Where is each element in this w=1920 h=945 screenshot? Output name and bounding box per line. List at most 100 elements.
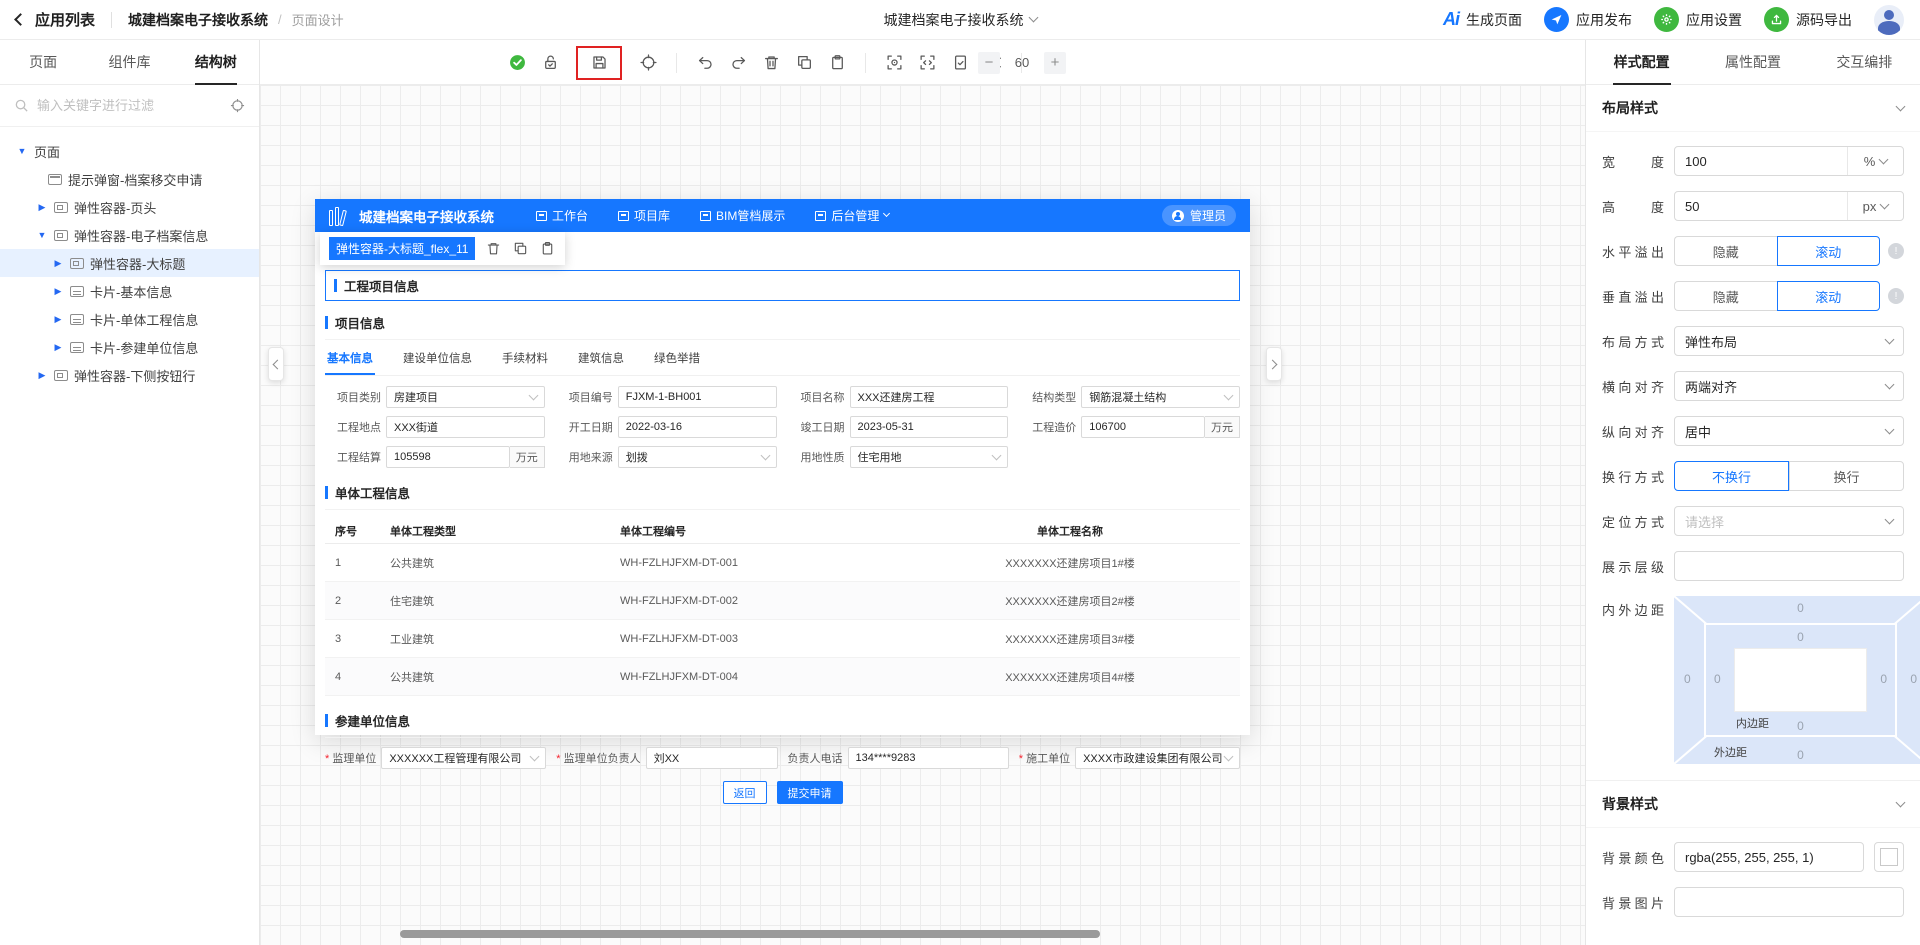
supervision-manager-input[interactable]: 刘XX (646, 747, 778, 769)
paste-icon[interactable] (828, 54, 846, 72)
padding-right-value[interactable]: 0 (1880, 672, 1887, 686)
overflow-x-scroll-option[interactable]: 滚动 (1777, 236, 1881, 266)
tree-item-flex-bottom-buttons[interactable]: ▶ 弹性容器-下侧按钮行 (0, 361, 259, 389)
validate-ok-icon[interactable] (508, 54, 526, 72)
z-index-input[interactable] (1674, 551, 1904, 581)
user-avatar[interactable] (1874, 5, 1904, 35)
tab-pages[interactable]: 页面 (0, 40, 86, 84)
paste-element-icon[interactable] (538, 240, 556, 258)
unlock-icon[interactable] (541, 54, 559, 72)
locate-icon[interactable] (230, 98, 245, 113)
subsection-unit-projects[interactable]: 单体工程信息 (325, 476, 1240, 510)
table-row[interactable]: 2 住宅建筑 WH-FZLHJFXM-DT-002 XXXXXXX还建房项目2#… (325, 582, 1240, 620)
target-icon[interactable] (639, 54, 657, 72)
tree-item-flex-earchive-info[interactable]: ▼ 弹性容器-电子档案信息 (0, 221, 259, 249)
copy-icon[interactable] (795, 54, 813, 72)
project-name-input[interactable]: XXX还建房工程 (850, 386, 1009, 408)
color-swatch[interactable] (1874, 842, 1904, 872)
expand-icon[interactable]: ▼ (16, 146, 28, 156)
tree-item-flex-page-header[interactable]: ▶ 弹性容器-页头 (0, 193, 259, 221)
tree-item-modal-archive-transfer[interactable]: 提示弹窗-档案移交申请 (0, 165, 259, 193)
project-code-input[interactable]: FJXM-1-BH001 (618, 386, 777, 408)
tab-basic-info[interactable]: 基本信息 (325, 342, 375, 375)
info-icon[interactable]: ! (1888, 288, 1904, 304)
tab-building-info[interactable]: 建筑信息 (576, 342, 626, 375)
tab-components[interactable]: 组件库 (86, 40, 172, 84)
subsection-project-info[interactable]: 项目信息 (325, 313, 1240, 340)
land-use-select[interactable]: 住宅用地 (850, 446, 1009, 468)
align-select[interactable]: 居中 (1674, 416, 1904, 446)
tab-style-config[interactable]: 样式配置 (1586, 40, 1697, 84)
tree-item-card-basic-info[interactable]: ▶ 卡片-基本信息 (0, 277, 259, 305)
margin-bottom-value[interactable]: 0 (1797, 748, 1804, 762)
overflow-x-hide-option[interactable]: 隐藏 (1674, 236, 1777, 266)
no-wrap-option[interactable]: 不换行 (1674, 461, 1789, 491)
box-model-diagram[interactable]: 0 0 0 0 0 0 内边距 0 外边距 0 (1674, 596, 1920, 764)
app-publish-button[interactable]: 应用发布 (1544, 7, 1632, 32)
tree-item-card-unit-project-info[interactable]: ▶ 卡片-单体工程信息 (0, 305, 259, 333)
project-location-input[interactable]: XXX街道 (386, 416, 545, 438)
horizontal-scrollbar[interactable] (400, 930, 1100, 938)
generate-page-button[interactable]: Ai 生成页面 (1443, 9, 1522, 30)
collapse-icon[interactable]: ▶ (52, 314, 64, 325)
overflow-y-hide-option[interactable]: 隐藏 (1674, 281, 1777, 311)
source-code-icon[interactable] (918, 54, 936, 72)
padding-left-value[interactable]: 0 (1714, 672, 1721, 686)
padding-bottom-value[interactable]: 0 (1797, 719, 1804, 733)
overflow-y-scroll-option[interactable]: 滚动 (1777, 281, 1881, 311)
layout-style-section-header[interactable]: 布局样式 (1586, 85, 1920, 132)
tree-item-page[interactable]: ▼ 页面 (0, 137, 259, 165)
position-select[interactable]: 请选择 (1674, 506, 1904, 536)
width-unit-select[interactable]: % (1847, 147, 1903, 175)
construction-unit-select[interactable]: XXXX市政建设集团有限公司 (1075, 747, 1240, 769)
project-category-select[interactable]: 房建项目 (386, 386, 545, 408)
structure-type-select[interactable]: 钢筋混凝土结构 (1081, 386, 1240, 408)
layout-mode-select[interactable]: 弹性布局 (1674, 326, 1904, 356)
nav-bim-display[interactable]: BIM管档展示 (700, 207, 785, 224)
collapse-icon[interactable]: ▶ (52, 342, 64, 353)
table-row[interactable]: 3 工业建筑 WH-FZLHJFXM-DT-003 XXXXXXX还建房项目3#… (325, 620, 1240, 658)
tree-item-flex-big-title[interactable]: ▶ 弹性容器-大标题 (0, 249, 259, 277)
margin-left-value[interactable]: 0 (1684, 672, 1691, 686)
nav-project-library[interactable]: 项目库 (618, 207, 670, 224)
tab-property-config[interactable]: 属性配置 (1697, 40, 1808, 84)
save-icon[interactable] (590, 54, 608, 72)
project-settlement-input[interactable]: 105598 (386, 446, 510, 468)
tree-item-card-participant-info[interactable]: ▶ 卡片-参建单位信息 (0, 333, 259, 361)
collapse-icon[interactable]: ▶ (36, 202, 48, 213)
collapse-left-handle[interactable] (268, 347, 284, 381)
delete-icon[interactable] (762, 54, 780, 72)
manager-phone-input[interactable]: 134****9283 (848, 747, 1009, 769)
bg-color-input[interactable]: rgba(255, 255, 255, 1) (1674, 842, 1864, 872)
background-style-section-header[interactable]: 背景样式 (1586, 780, 1920, 828)
redo-icon[interactable] (729, 54, 747, 72)
supervision-unit-select[interactable]: XXXXXX工程管理有限公司 (381, 747, 546, 769)
back-icon[interactable] (14, 13, 27, 26)
collapse-icon[interactable]: ▶ (36, 370, 48, 381)
collapse-icon[interactable]: ▶ (52, 258, 64, 269)
tab-construction-unit[interactable]: 建设单位信息 (401, 342, 474, 375)
page-check-icon[interactable] (951, 54, 969, 72)
expand-right-handle[interactable] (1266, 347, 1282, 381)
collapse-icon[interactable]: ▶ (52, 286, 64, 297)
bg-image-input[interactable] (1674, 887, 1904, 917)
delete-element-icon[interactable] (484, 240, 502, 258)
undo-icon[interactable] (696, 54, 714, 72)
padding-top-value[interactable]: 0 (1797, 630, 1804, 644)
tab-procedure-materials[interactable]: 手续材料 (500, 342, 550, 375)
info-icon[interactable]: ! (1888, 243, 1904, 259)
source-export-button[interactable]: 源码导出 (1764, 7, 1852, 32)
page-title-selector[interactable]: 城建档案电子接收系统 (616, 10, 1304, 30)
selected-element-tag[interactable]: 弹性容器-大标题_flex_11 (329, 237, 475, 260)
back-submit-button[interactable]: 返回 (723, 781, 767, 804)
project-cost-input[interactable]: 106700 (1081, 416, 1205, 438)
nav-admin[interactable]: 后台管理 (815, 207, 889, 224)
breadcrumb-app-name[interactable]: 城建档案电子接收系统 (128, 10, 268, 30)
back-button[interactable]: 应用列表 (35, 9, 95, 30)
preview-eye-icon[interactable] (885, 54, 903, 72)
height-input[interactable]: 50 px (1674, 191, 1904, 221)
expand-icon[interactable]: ▼ (36, 230, 48, 240)
table-row[interactable]: 1 公共建筑 WH-FZLHJFXM-DT-001 XXXXXXX还建房项目1#… (325, 544, 1240, 582)
width-input[interactable]: 100 % (1674, 146, 1904, 176)
preview-app-header[interactable]: 城建档案电子接收系统 工作台 项目库 BIM管档展示 (315, 199, 1250, 232)
